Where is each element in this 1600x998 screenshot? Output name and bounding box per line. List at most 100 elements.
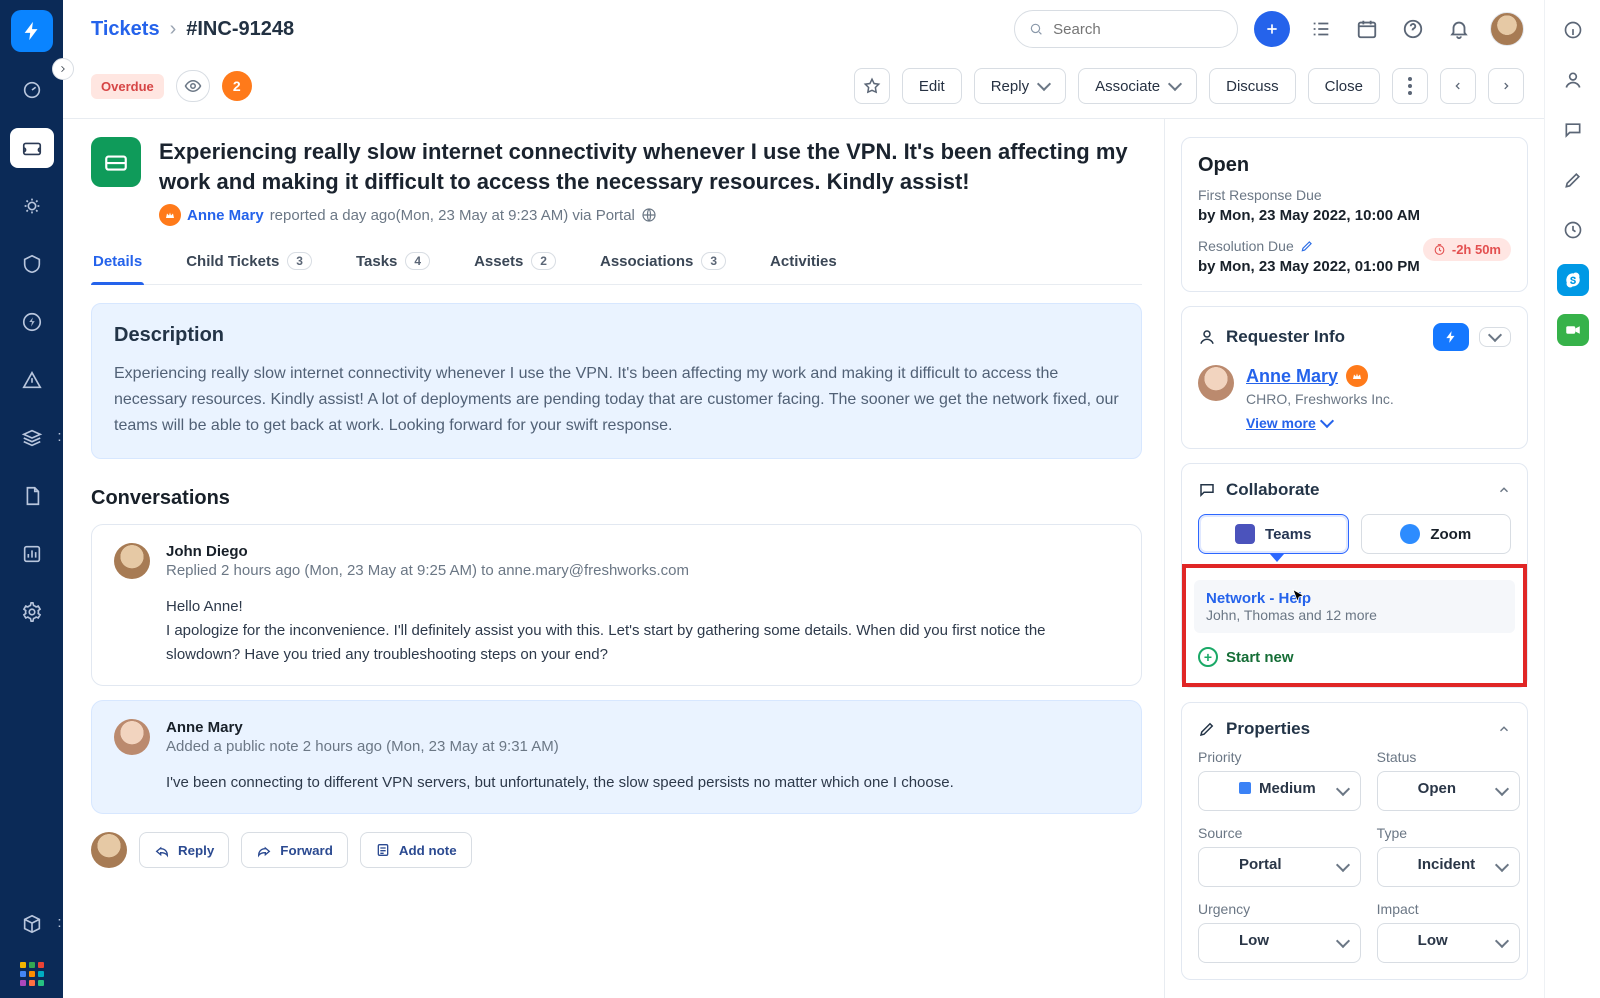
new-button[interactable] (1254, 11, 1290, 47)
edit-button[interactable]: Edit (902, 68, 962, 104)
priority-select[interactable]: Medium (1198, 771, 1361, 811)
chevron-right-icon: › (170, 18, 177, 41)
nav-changes-icon[interactable] (10, 244, 54, 284)
tab-tasks[interactable]: Tasks4 (354, 240, 432, 284)
associate-button[interactable]: Associate (1078, 68, 1197, 104)
urgency-select[interactable]: Low (1198, 923, 1361, 963)
nav-reports-icon[interactable] (10, 534, 54, 574)
conversation-meta: Replied 2 hours ago (Mon, 23 May at 9:25… (166, 562, 1119, 579)
nav-inventory-icon[interactable] (10, 904, 54, 944)
overdue-time-chip: -2h 50m (1423, 238, 1511, 261)
collapse-icon[interactable] (1497, 483, 1511, 497)
ticket-type-icon (91, 137, 141, 187)
brand-logo[interactable] (11, 10, 53, 52)
freddy-flash-button[interactable] (1433, 323, 1469, 351)
collapse-icon[interactable] (1497, 722, 1511, 736)
collab-thread-title[interactable]: Network - Help (1206, 590, 1311, 607)
conversation-body: Hello Anne! I apologize for the inconven… (166, 595, 1119, 667)
global-search[interactable] (1014, 10, 1238, 48)
collab-teams-tab[interactable]: Teams (1198, 514, 1349, 554)
requester-card-menu[interactable] (1479, 327, 1511, 347)
ticket-title: Experiencing really slow internet connec… (159, 137, 1142, 196)
breadcrumb-root[interactable]: Tickets (91, 18, 160, 41)
reply-toolbar: Reply Forward Add note (91, 832, 1142, 868)
watchers-icon[interactable] (176, 70, 210, 102)
conversation-note: Anne Mary Added a public note 2 hours ag… (91, 700, 1142, 814)
inline-reply-button[interactable]: Reply (139, 832, 229, 868)
avatar (1198, 365, 1234, 401)
chevron-down-icon (1168, 77, 1182, 91)
first-response-label: First Response Due (1198, 187, 1511, 203)
skype-icon[interactable] (1557, 264, 1589, 296)
teams-icon (1235, 524, 1255, 544)
field-impact: Impact Low (1377, 901, 1521, 963)
tab-details[interactable]: Details (91, 240, 144, 284)
tab-assets[interactable]: Assets2 (472, 240, 558, 284)
collab-start-new[interactable]: + Start new (1186, 643, 1523, 671)
close-button[interactable]: Close (1308, 68, 1380, 104)
video-icon[interactable] (1557, 314, 1589, 346)
chat-icon[interactable] (1557, 114, 1589, 146)
reply-button[interactable]: Reply (974, 68, 1066, 104)
watchers-count[interactable]: 2 (222, 71, 252, 101)
ticket-reporter-link[interactable]: Anne Mary (187, 207, 264, 224)
nav-apps-icon[interactable] (10, 962, 54, 986)
tab-activities[interactable]: Activities (768, 240, 839, 284)
bell-icon[interactable] (1444, 14, 1474, 44)
chevron-down-icon (1320, 414, 1334, 428)
collab-thread[interactable]: Network - Help John, Thomas and 12 more (1194, 580, 1515, 633)
collab-thread-subtitle: John, Thomas and 12 more (1206, 607, 1503, 623)
chevron-down-icon (1037, 77, 1051, 91)
field-urgency: Urgency Low (1198, 901, 1361, 963)
conversation-reply: John Diego Replied 2 hours ago (Mon, 23 … (91, 524, 1142, 686)
pointer-caret-icon (1270, 554, 1284, 562)
type-select[interactable]: Incident (1377, 847, 1521, 887)
collaborate-card: Collaborate Teams Zoom Network - Help (1181, 463, 1528, 688)
expand-sidebar-button[interactable] (52, 58, 74, 80)
next-ticket-button[interactable] (1488, 68, 1524, 104)
nav-alerts-icon[interactable] (10, 360, 54, 400)
ticket-reporter-meta: Anne Mary reported a day ago(Mon, 23 May… (159, 204, 1142, 226)
info-icon[interactable] (1557, 14, 1589, 46)
source-select[interactable]: Portal (1198, 847, 1361, 887)
plus-circle-icon: + (1198, 647, 1218, 667)
inline-add-note-button[interactable]: Add note (360, 832, 472, 868)
nav-settings-icon[interactable] (10, 592, 54, 632)
search-input[interactable] (1051, 20, 1223, 39)
tab-associations[interactable]: Associations3 (598, 240, 728, 284)
clock-icon[interactable] (1557, 214, 1589, 246)
nav-assets-icon[interactable] (10, 418, 54, 458)
collab-zoom-tab[interactable]: Zoom (1361, 514, 1512, 554)
status-title: Open (1198, 154, 1511, 177)
field-source: Source Portal (1198, 825, 1361, 887)
star-button[interactable] (854, 68, 890, 104)
calendar-icon[interactable] (1352, 14, 1382, 44)
requester-name[interactable]: Anne Mary (1246, 366, 1338, 387)
tasklist-icon[interactable] (1306, 14, 1336, 44)
ticket-action-bar: Overdue 2 Edit Reply Associate Discuss C… (63, 56, 1544, 119)
nav-contracts-icon[interactable] (10, 476, 54, 516)
prev-ticket-button[interactable] (1440, 68, 1476, 104)
nav-tickets-icon[interactable] (10, 128, 54, 168)
overdue-badge: Overdue (91, 74, 164, 99)
status-select[interactable]: Open (1377, 771, 1521, 811)
person-icon[interactable] (1557, 64, 1589, 96)
current-user-avatar[interactable] (1490, 12, 1524, 46)
impact-select[interactable]: Low (1377, 923, 1521, 963)
discuss-button[interactable]: Discuss (1209, 68, 1296, 104)
help-icon[interactable] (1398, 14, 1428, 44)
inline-forward-button[interactable]: Forward (241, 832, 348, 868)
avatar (114, 543, 150, 579)
nav-releases-icon[interactable] (10, 302, 54, 342)
pencil-icon[interactable] (1557, 164, 1589, 196)
nav-dashboard-icon[interactable] (10, 70, 54, 110)
conversations-heading: Conversations (91, 487, 1142, 510)
nav-problems-icon[interactable] (10, 186, 54, 226)
more-actions-button[interactable] (1392, 68, 1428, 104)
collaborate-highlight: Network - Help John, Thomas and 12 more … (1182, 564, 1527, 687)
pencil-icon[interactable] (1300, 239, 1314, 253)
tab-child-tickets[interactable]: Child Tickets3 (184, 240, 314, 284)
ticket-tabs: Details Child Tickets3 Tasks4 Assets2 As… (91, 240, 1142, 285)
requester-view-more[interactable]: View more (1246, 415, 1332, 431)
resolution-due-label: Resolution Due (1198, 238, 1420, 254)
